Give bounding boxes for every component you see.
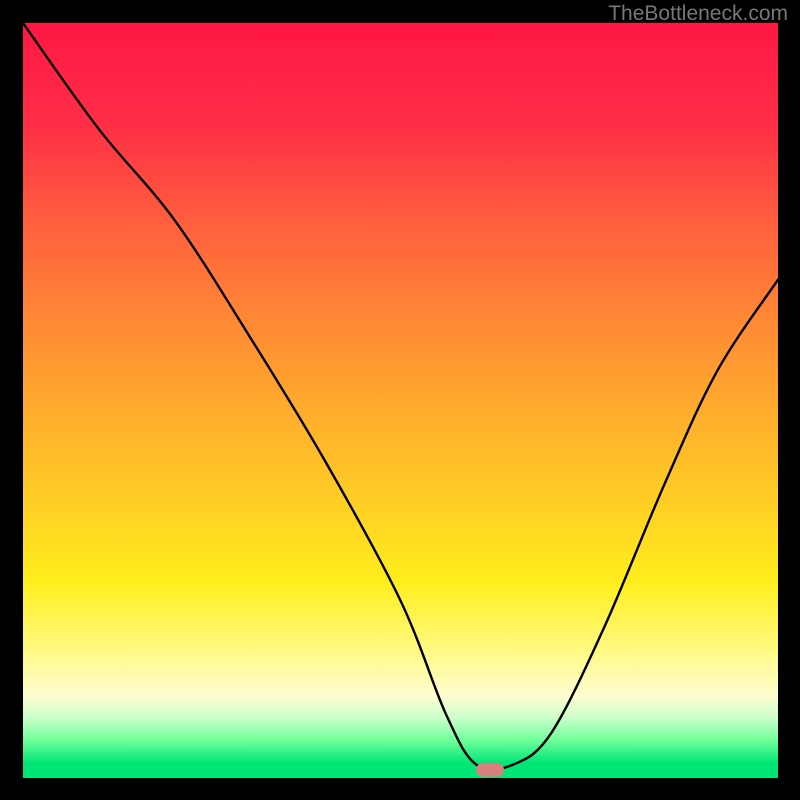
optimal-marker [476, 763, 504, 777]
bottleneck-curve [23, 23, 778, 778]
watermark-text: TheBottleneck.com [608, 2, 788, 26]
chart-container: TheBottleneck.com [0, 0, 800, 800]
